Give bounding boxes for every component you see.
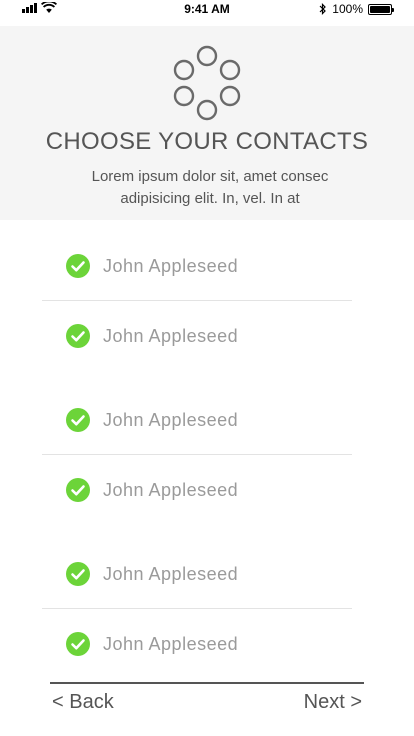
- bluetooth-icon: [319, 3, 327, 15]
- divider: [42, 608, 352, 609]
- battery-icon: [368, 3, 394, 15]
- page-subtitle: Lorem ipsum dolor sit, amet consec adipi…: [91, 168, 329, 207]
- contact-name: John Appleseed: [103, 633, 239, 654]
- contacts-ring-icon: [173, 45, 241, 121]
- contact-name: John Appleseed: [103, 479, 239, 500]
- check-circle-icon: [66, 254, 90, 278]
- divider: [42, 300, 352, 301]
- page-title: CHOOSE YOUR CONTACTS: [45, 128, 369, 155]
- status-bar: 9:41 AM 100%: [0, 0, 414, 20]
- check-circle-icon: [66, 632, 90, 656]
- contact-name: John Appleseed: [103, 255, 239, 276]
- next-button[interactable]: Next >: [304, 691, 362, 714]
- battery-text: 100%: [332, 2, 363, 16]
- status-right: 100%: [319, 2, 394, 16]
- contact-item[interactable]: John Appleseed: [66, 407, 238, 433]
- header: CHOOSE YOUR CONTACTS Lorem ipsum dolor s…: [0, 26, 414, 220]
- contact-name: John Appleseed: [103, 325, 239, 346]
- contact-item[interactable]: John Appleseed: [66, 323, 238, 349]
- check-circle-icon: [66, 562, 90, 586]
- check-circle-icon: [66, 408, 90, 432]
- check-circle-icon: [66, 324, 90, 348]
- contact-item[interactable]: John Appleseed: [66, 561, 238, 587]
- contact-name: John Appleseed: [103, 409, 239, 430]
- back-button[interactable]: < Back: [52, 691, 114, 714]
- check-circle-icon: [66, 478, 90, 502]
- contact-item[interactable]: John Appleseed: [66, 631, 238, 657]
- divider: [42, 454, 352, 455]
- footer-divider: [50, 682, 364, 684]
- contact-item[interactable]: John Appleseed: [66, 477, 238, 503]
- contact-item[interactable]: John Appleseed: [66, 253, 238, 279]
- contact-name: John Appleseed: [103, 563, 239, 584]
